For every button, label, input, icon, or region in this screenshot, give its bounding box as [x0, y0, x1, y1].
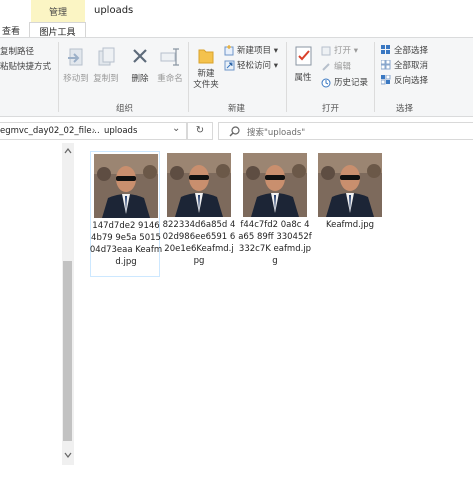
- select-all-button[interactable]: 全部选择: [394, 44, 428, 56]
- navigation-pane[interactable]: [0, 143, 62, 453]
- new-item-button[interactable]: 新建项目 ▾: [237, 44, 278, 56]
- new-folder-button[interactable]: 新建 文件夹: [192, 69, 220, 91]
- breadcrumb-parent[interactable]: egmvc_day02_02_file...: [0, 126, 100, 136]
- properties-button[interactable]: 属性: [291, 71, 315, 83]
- file-name: f44c7fd2 0a8c 4a65 89ff 330452f332c7K ea…: [238, 220, 312, 266]
- copy-to-icon: [98, 47, 115, 66]
- separator: [286, 42, 287, 112]
- select-all-icon: [381, 45, 390, 54]
- new-item-icon: [224, 45, 234, 56]
- ribbon-tabs: 查看 图片工具: [0, 22, 473, 39]
- separator: [58, 42, 59, 112]
- search-input[interactable]: 搜索"uploads": [218, 122, 473, 140]
- select-none-icon: [381, 60, 391, 70]
- properties-icon: [295, 46, 312, 66]
- open-icon: [321, 46, 331, 56]
- photo-image: [318, 153, 382, 217]
- history-button[interactable]: 历史记录: [334, 76, 368, 88]
- address-bar: egmvc_day02_02_file... › uploads ⌄ ↻ 搜索"…: [0, 117, 473, 143]
- copy-path-button[interactable]: 复制路径: [0, 45, 34, 57]
- copy-to-button[interactable]: 复制到: [92, 72, 120, 84]
- nav-scrollbar[interactable]: [62, 143, 74, 465]
- photo-image: [94, 154, 158, 218]
- scroll-up-icon[interactable]: [64, 148, 72, 154]
- file-name: 822334d6a85d 402d986ee6591 620e1e6Keafmd…: [162, 220, 236, 266]
- file-name: Keafmd.jpg: [325, 220, 375, 230]
- separator: [374, 42, 375, 112]
- breadcrumb-current[interactable]: uploads: [104, 126, 137, 136]
- address-path[interactable]: egmvc_day02_02_file... › uploads ⌄: [0, 122, 187, 140]
- new-folder-label-2: 文件夹: [193, 80, 219, 90]
- separator: [188, 42, 189, 112]
- file-item[interactable]: 147d7de2 9146 4b79 9e5a 501504d73eaa Kea…: [89, 151, 163, 277]
- address-dropdown[interactable]: ⌄: [172, 123, 180, 134]
- title-bar: 管理 uploads: [0, 0, 473, 22]
- context-tab-manage[interactable]: 管理: [31, 0, 85, 22]
- refresh-icon: ↻: [195, 125, 205, 136]
- file-item[interactable]: f44c7fd2 0a8c 4a65 89ff 330452f332c7K ea…: [238, 151, 312, 277]
- status-area: [0, 465, 74, 477]
- file-thumbnail: [167, 153, 231, 217]
- file-name: 147d7de2 9146 4b79 9e5a 501504d73eaa Kea…: [89, 221, 163, 267]
- file-item[interactable]: Keafmd.jpg: [315, 151, 385, 277]
- move-to-icon: [68, 48, 83, 66]
- invert-selection-icon: [381, 75, 391, 85]
- new-folder-label-1: 新建: [197, 69, 215, 79]
- context-tab-label: 管理: [48, 8, 67, 18]
- rename-icon: [160, 48, 179, 66]
- group-label-select: 选择: [396, 104, 414, 114]
- scrollbar-thumb[interactable]: [63, 261, 72, 441]
- photo-image: [243, 153, 307, 217]
- easy-access-icon: [224, 60, 235, 71]
- open-button[interactable]: 打开 ▾: [334, 44, 358, 56]
- scroll-down-icon[interactable]: [64, 452, 72, 458]
- file-list[interactable]: 147d7de2 9146 4b79 9e5a 501504d73eaa Kea…: [74, 143, 473, 477]
- refresh-button[interactable]: ↻: [187, 122, 213, 140]
- edit-icon: [322, 63, 330, 71]
- file-thumbnail: [243, 153, 307, 217]
- file-item[interactable]: 822334d6a85d 402d986ee6591 620e1e6Keafmd…: [162, 151, 236, 277]
- window-title: uploads: [94, 5, 134, 16]
- delete-icon: [133, 49, 147, 63]
- edit-button[interactable]: 编辑: [334, 60, 351, 72]
- file-thumbnail: [94, 154, 158, 218]
- group-label-organize: 组织: [116, 104, 134, 114]
- search-icon: [229, 126, 240, 137]
- easy-access-button[interactable]: 轻松访问 ▾: [237, 59, 278, 71]
- history-icon: [321, 78, 331, 88]
- breadcrumb-separator[interactable]: ›: [92, 126, 95, 136]
- group-label-new: 新建: [228, 104, 246, 114]
- tab-view[interactable]: 查看: [2, 24, 20, 37]
- new-folder-icon: [198, 49, 214, 64]
- photo-image: [167, 153, 231, 217]
- rename-button[interactable]: 重命名: [155, 72, 185, 84]
- search-placeholder: 搜索"uploads": [247, 128, 306, 138]
- file-thumbnail: [318, 153, 382, 217]
- paste-shortcut-button[interactable]: 粘贴快捷方式: [0, 60, 51, 72]
- ribbon: 复制路径 粘贴快捷方式 移动到 复制到 删除 重命名 组织 新建 文件夹 新建项…: [0, 37, 473, 117]
- delete-button[interactable]: 删除: [129, 72, 151, 84]
- select-none-button[interactable]: 全部取消: [394, 59, 428, 71]
- move-to-button[interactable]: 移动到: [62, 72, 90, 84]
- invert-selection-button[interactable]: 反向选择: [394, 74, 428, 86]
- group-label-open: 打开: [322, 104, 340, 114]
